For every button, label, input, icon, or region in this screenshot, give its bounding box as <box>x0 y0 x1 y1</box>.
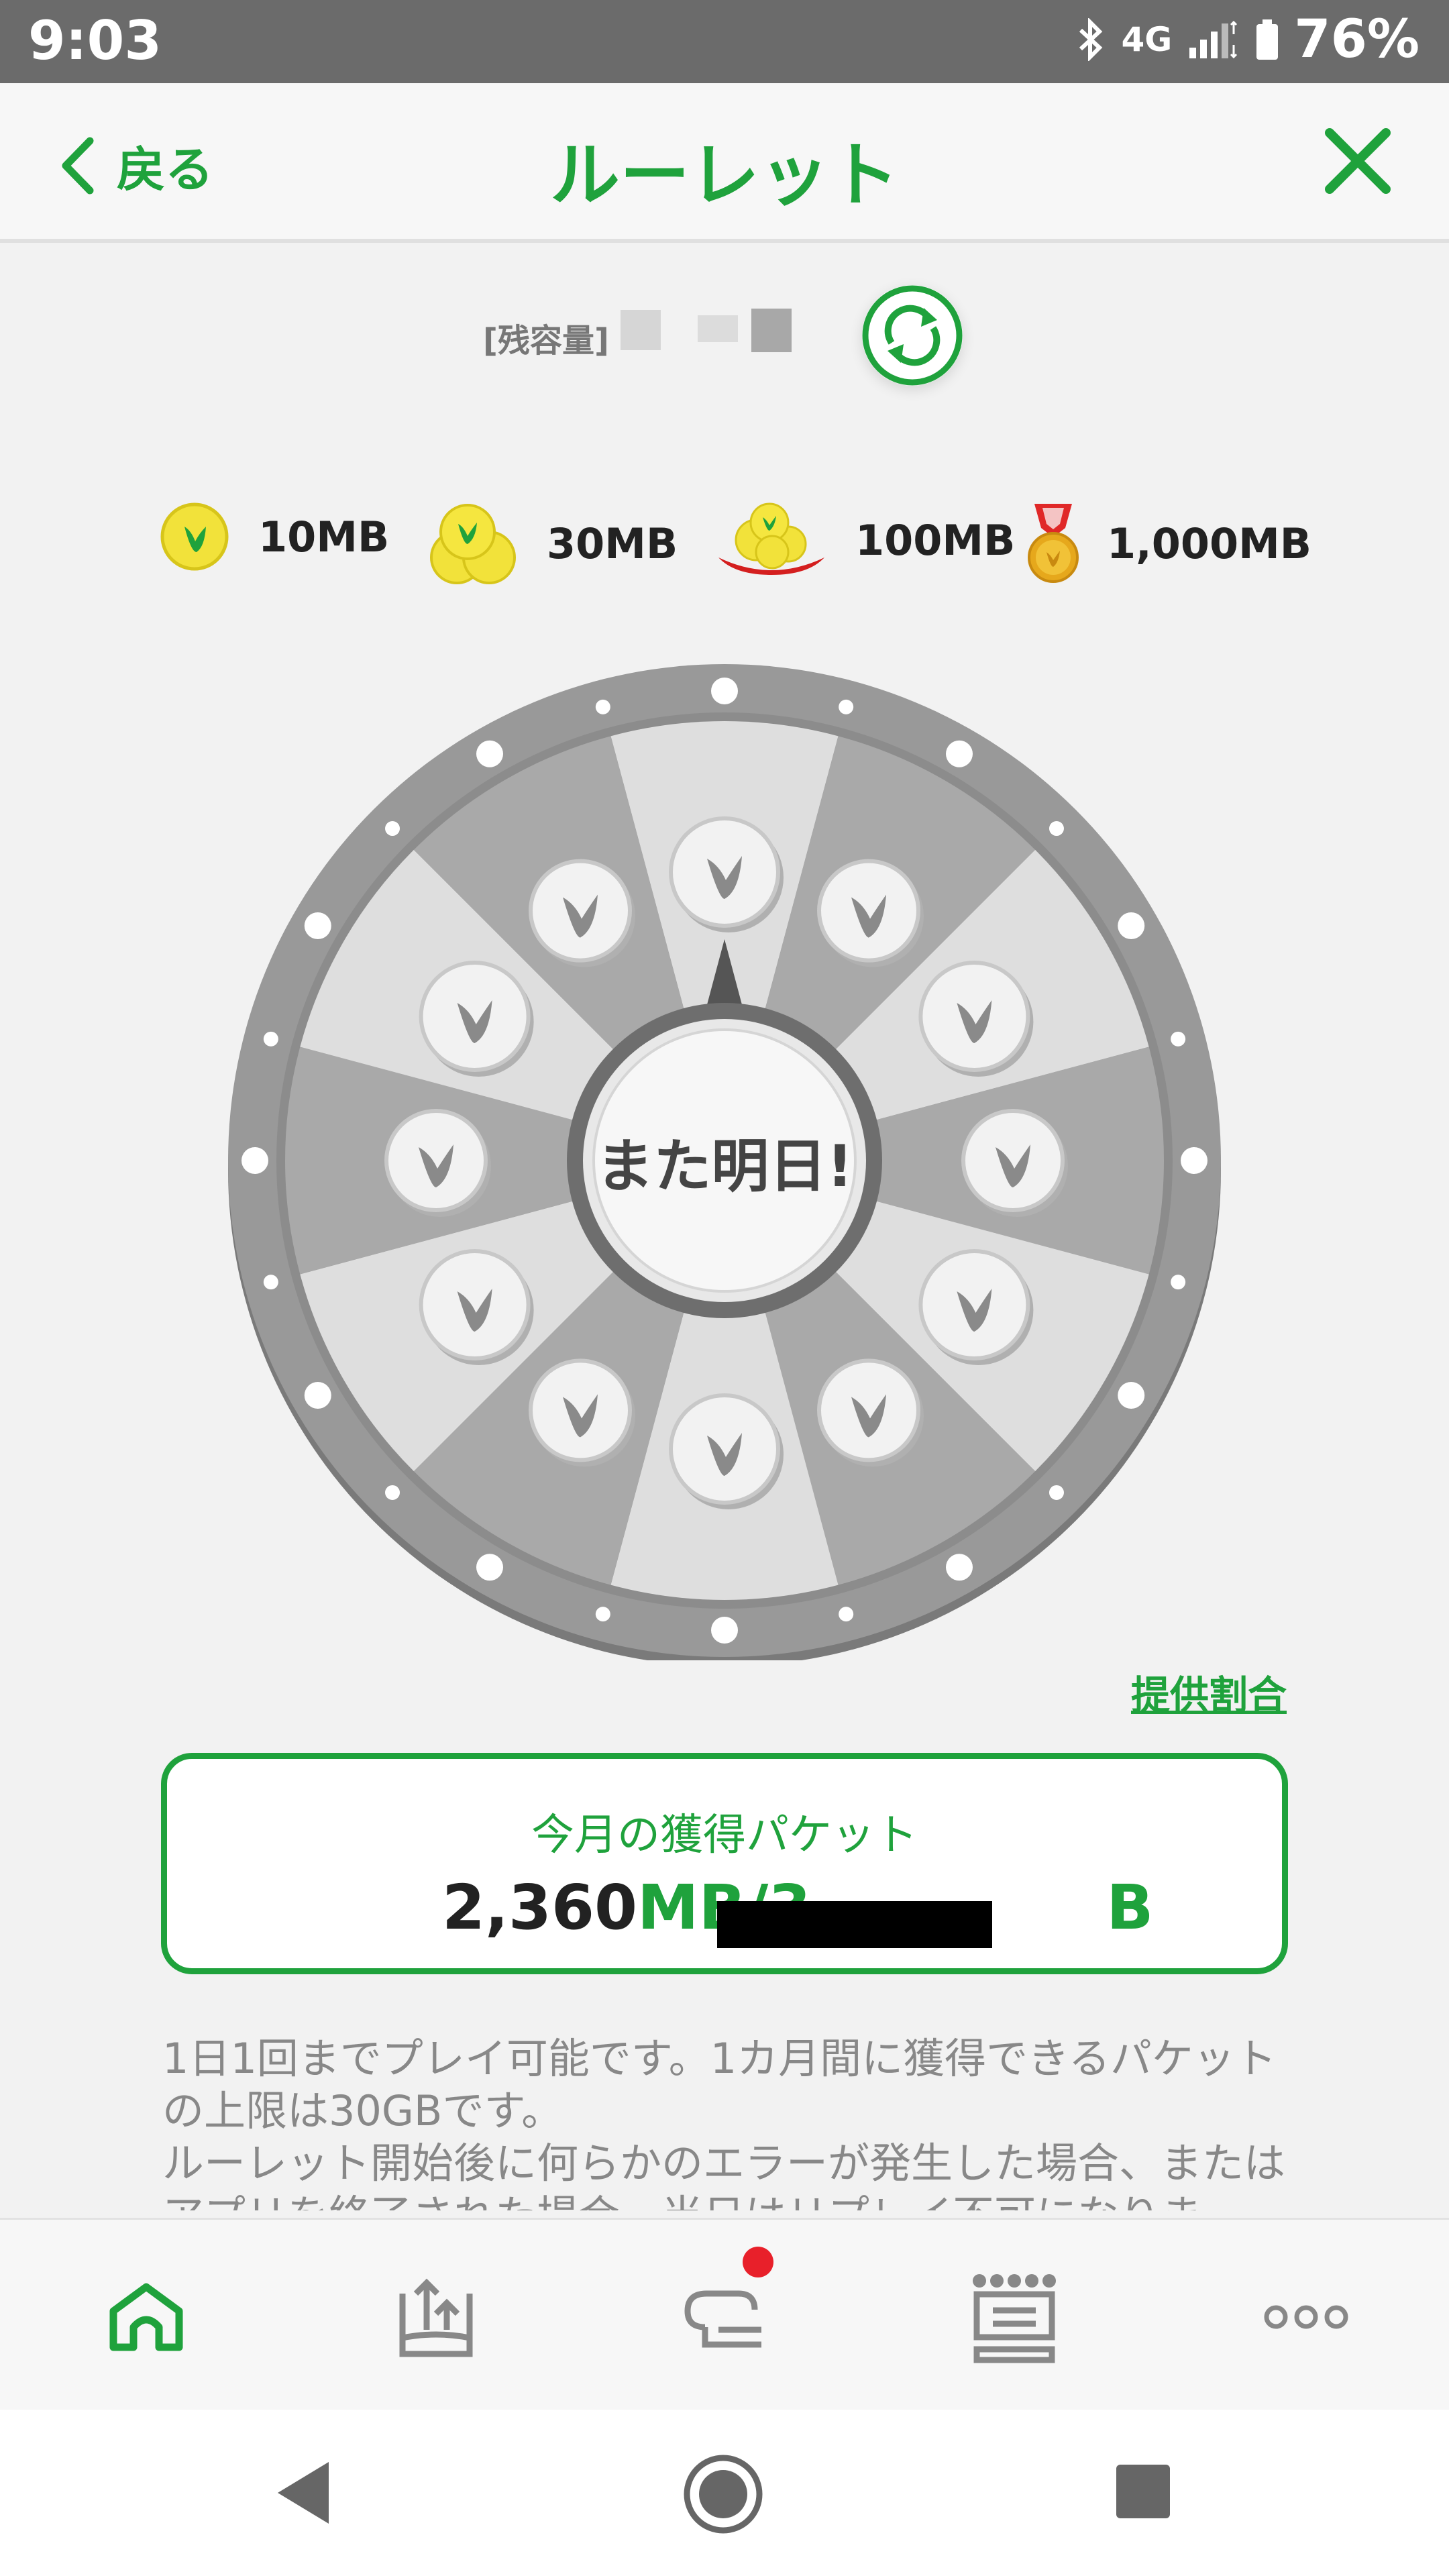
close-icon <box>1325 128 1391 194</box>
single-coin-icon <box>160 502 229 571</box>
tab-ranking[interactable] <box>957 2267 1071 2367</box>
legend-item-1000mb: 1,000MB <box>1026 500 1311 587</box>
wheel-rim-light <box>304 912 331 939</box>
description-text: 1日1回までプレイ可能です。1カ月間に獲得できるパケットの上限は30GBです。 … <box>162 2034 1286 2210</box>
home-icon <box>109 2283 183 2351</box>
crown-icon <box>973 2274 1056 2363</box>
legend-item-100mb: 100MB <box>714 500 1015 580</box>
bottom-tab-bar <box>0 2218 1449 2412</box>
wheel-rim-light <box>595 1607 610 1622</box>
wheel-rim-light <box>711 678 738 704</box>
wheel-rim-light <box>263 1275 278 1290</box>
wheel-rim-light <box>476 1554 503 1581</box>
system-nav-bar <box>0 2410 1449 2576</box>
close-button[interactable] <box>1323 126 1393 199</box>
wheel-rim-light <box>385 821 400 837</box>
legend-item-30mb: 30MB <box>426 500 678 587</box>
monthly-packet-box: 今月の獲得パケット 2,360MB/3B <box>161 1753 1288 1974</box>
wheel-center-label: また明日! <box>596 1132 853 1200</box>
remaining-value-redacted <box>621 310 661 350</box>
coin-stack-icon <box>430 504 516 584</box>
bluetooth-icon <box>1079 18 1103 61</box>
packet-suffix: B <box>1106 1872 1154 1943</box>
legend-item-10mb: 10MB <box>158 500 389 574</box>
nav-back-button[interactable] <box>275 2459 331 2529</box>
prize-rate-link[interactable]: 提供割合 <box>1131 1664 1287 1720</box>
remaining-label: [残容量] <box>483 322 609 360</box>
coin-tray-icon <box>718 502 824 575</box>
wheel-rim-light <box>839 1607 854 1622</box>
wheel-rim-light <box>1118 912 1145 939</box>
wheel-rim-light <box>946 740 973 767</box>
back-icon <box>278 2462 329 2524</box>
app-header: 戻る ルーレット <box>0 83 1449 243</box>
remaining-value-redacted <box>698 315 738 342</box>
recents-icon <box>1116 2465 1170 2518</box>
prize-legend: 10MB 30MB 100MB 1,000MB <box>154 500 1311 607</box>
home-circle-icon <box>684 2455 763 2534</box>
wheel-rim-light <box>1118 1382 1145 1409</box>
nav-home-button[interactable] <box>683 2454 763 2537</box>
wheel-center-button[interactable]: また明日! <box>567 1003 882 1318</box>
wheel-rim-light <box>1171 1275 1186 1290</box>
redacted-block <box>717 1901 992 1948</box>
roulette-wheel[interactable]: また明日! <box>225 661 1224 1666</box>
wheel-rim-light <box>1049 1485 1064 1500</box>
chat-icon <box>684 2290 761 2348</box>
wheel-rim-light <box>946 1554 973 1581</box>
wheel-rim-light <box>595 699 610 714</box>
tab-chat[interactable] <box>667 2247 782 2367</box>
more-icon <box>1264 2305 1348 2329</box>
legend-label: 10MB <box>258 512 390 561</box>
wheel-rim-light <box>476 740 503 767</box>
legend-label: 100MB <box>855 515 1016 565</box>
status-time: 9:03 <box>28 9 162 72</box>
wheel-rim-light <box>1049 821 1064 837</box>
notification-badge <box>743 2247 773 2277</box>
nav-recents-button[interactable] <box>1115 2463 1171 2522</box>
signal-icon <box>1189 20 1238 59</box>
network-type: 4G <box>1121 20 1173 59</box>
gold-medal-icon <box>1028 504 1079 583</box>
page-title: ルーレット <box>549 134 899 216</box>
wheel-rim-light <box>1181 1147 1208 1174</box>
status-icons: 4G 76% <box>1077 9 1419 70</box>
status-bar: 9:03 4G 76% <box>0 0 1449 83</box>
remaining-value-redacted <box>751 309 792 352</box>
wheel-rim-light <box>711 1617 738 1644</box>
legend-label: 1,000MB <box>1107 519 1312 568</box>
refresh-button[interactable] <box>862 285 963 386</box>
refresh-icon <box>862 285 963 386</box>
data-charge-icon <box>399 2278 473 2357</box>
packet-amount: 2,360 <box>442 1872 638 1943</box>
wheel-rim-light <box>839 699 854 714</box>
battery-icon <box>1256 19 1279 60</box>
monthly-packet-label: 今月の獲得パケット <box>531 1811 918 1860</box>
wheel-rim-light <box>241 1147 268 1174</box>
wheel-rim-light <box>385 1485 400 1500</box>
legend-label: 30MB <box>547 519 678 568</box>
tab-home[interactable] <box>89 2267 203 2367</box>
wheel-rim-light <box>1171 1031 1186 1046</box>
wheel-rim-light <box>304 1382 331 1409</box>
wheel-rim-light <box>263 1031 278 1046</box>
battery-percent: 76% <box>1294 9 1419 70</box>
tab-data-charge[interactable] <box>379 2267 493 2367</box>
tab-more[interactable] <box>1249 2267 1363 2367</box>
